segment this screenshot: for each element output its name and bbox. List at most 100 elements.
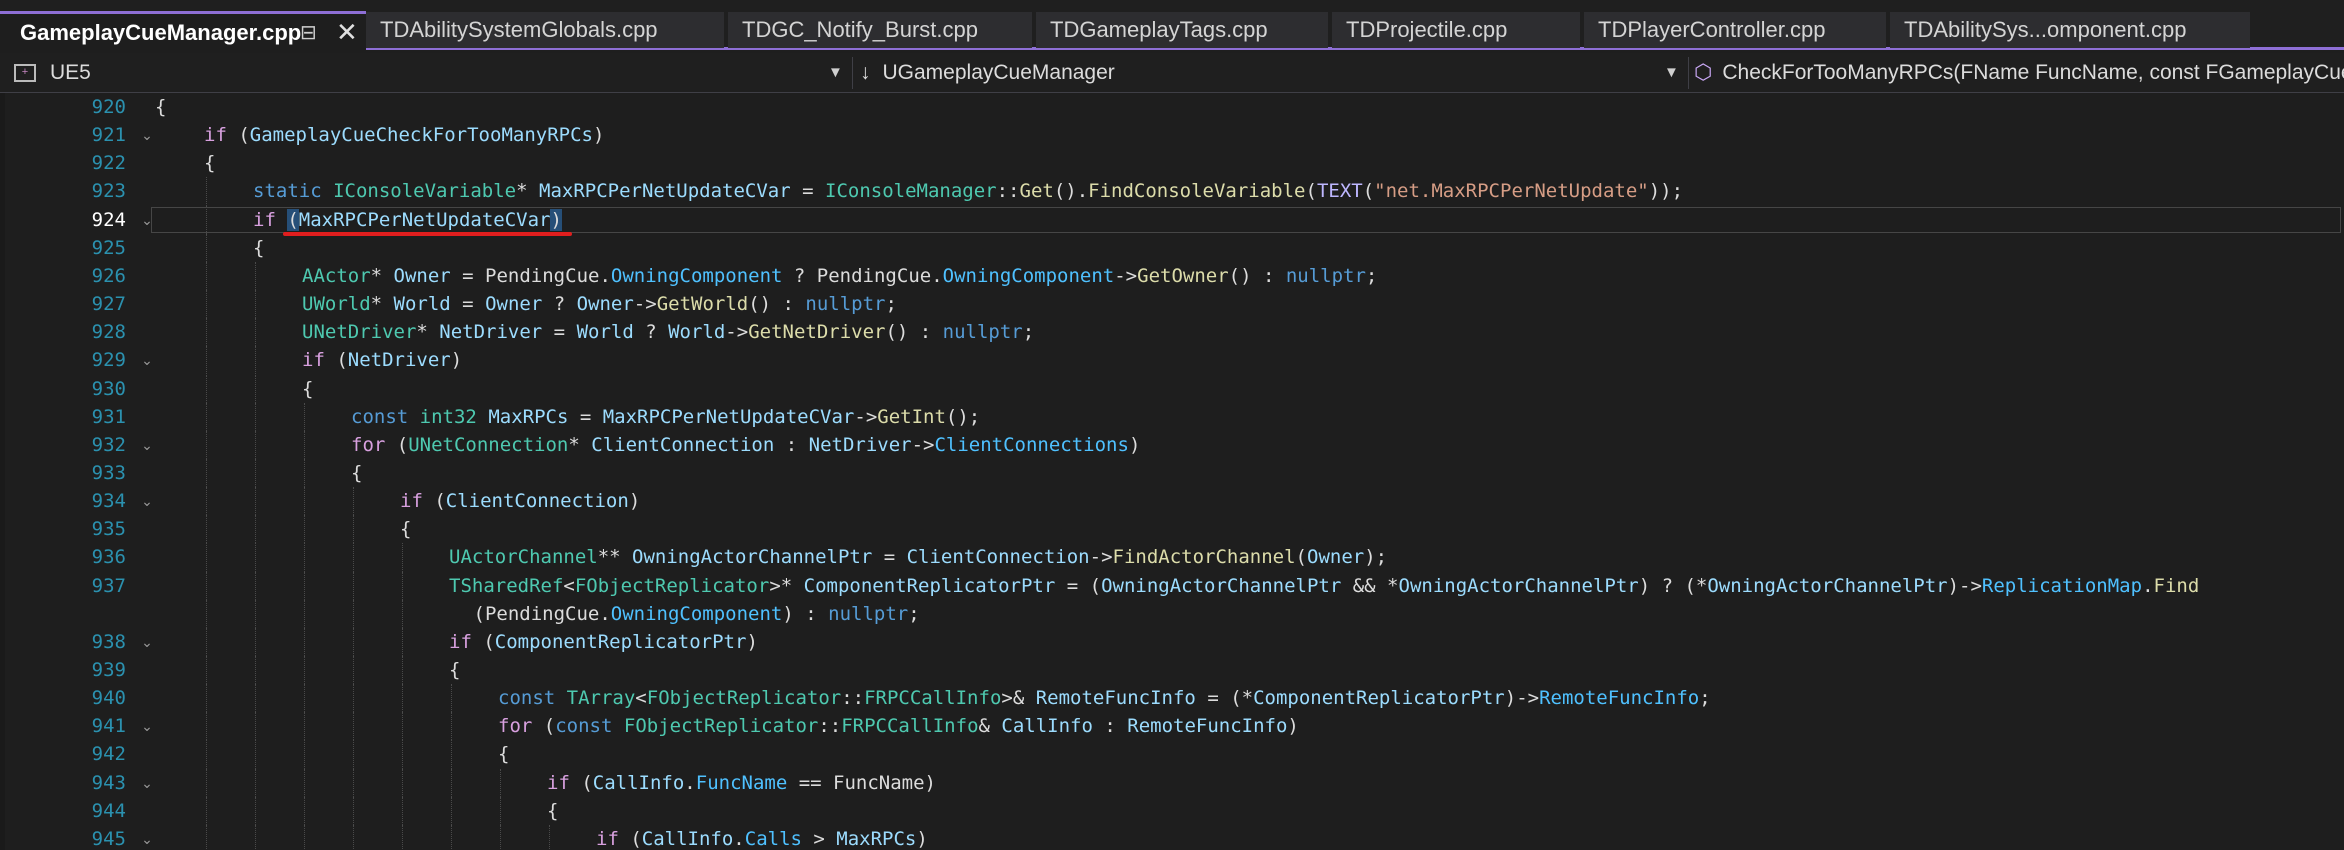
code-text[interactable]: if (ClientConnection) <box>400 487 640 515</box>
code-token: = <box>568 405 603 428</box>
project-icon: + <box>14 64 36 83</box>
code-token: FObjectReplicator <box>574 574 770 597</box>
code-token: -> <box>911 433 935 456</box>
fold-chevron-icon[interactable]: ⌄ <box>138 769 156 797</box>
code-token: TArray <box>566 687 636 710</box>
code-line: 927 UWorld* World = Owner ? Owner->GetWor… <box>0 290 2344 318</box>
code-text[interactable]: { <box>547 797 558 825</box>
pin-icon[interactable]: ⊟ <box>300 14 317 51</box>
code-text[interactable]: static IConsoleVariable* MaxRPCPerNetUpd… <box>253 177 1683 205</box>
code-text[interactable]: UWorld* World = Owner ? Owner->GetWorld(… <box>302 290 897 318</box>
code-token: ** <box>597 546 633 569</box>
code-text[interactable]: (PendingCue.OwningComponent) : nullptr; <box>474 600 920 628</box>
code-text[interactable]: if (MaxRPCPerNetUpdateCVar) <box>253 206 562 234</box>
code-text[interactable]: if (CallInfo.FuncName == FuncName) <box>547 769 936 797</box>
code-token: GetInt <box>877 405 946 428</box>
code-text[interactable]: TSharedRef<FObjectReplicator>* Component… <box>449 572 2199 600</box>
code-text[interactable]: AActor* Owner = PendingCue.OwningCompone… <box>302 262 1377 290</box>
code-text[interactable]: { <box>449 656 460 684</box>
fold-chevron-icon[interactable]: ⌄ <box>138 431 156 459</box>
code-token: ( <box>1295 546 1307 569</box>
code-token: )); <box>1648 180 1684 203</box>
code-token: ( <box>532 715 556 738</box>
code-text[interactable]: { <box>351 459 362 487</box>
code-line: 943 ⌄ if (CallInfo.FuncName == FuncName) <box>0 769 2344 797</box>
code-token: nullptr <box>942 321 1023 344</box>
code-token: NetDriver <box>808 433 912 456</box>
code-line: 928 UNetDriver* NetDriver = World ? World… <box>0 318 2344 346</box>
code-text[interactable]: for (UNetConnection* ClientConnection : … <box>351 431 1140 459</box>
close-icon[interactable]: ✕ <box>336 14 358 51</box>
code-text[interactable]: UNetDriver* NetDriver = World ? World->G… <box>302 318 1034 346</box>
code-text[interactable]: if (NetDriver) <box>302 346 462 374</box>
line-number: 923 <box>91 180 126 203</box>
code-token: if <box>253 208 276 231</box>
code-token: ) <box>628 490 641 513</box>
scope-dropdown[interactable]: ↓ UGameplayCueManager <box>860 53 1684 92</box>
fold-chevron-icon[interactable]: ⌄ <box>138 712 156 740</box>
code-text[interactable]: { <box>498 740 509 768</box>
tab-tdprojectile[interactable]: TDProjectile.cpp <box>1332 12 1580 48</box>
code-token: { <box>351 461 363 484</box>
code-text[interactable]: { <box>253 234 264 262</box>
code-token: { <box>400 518 412 541</box>
tab-gameplaycuemanager[interactable]: GameplayCueManager.cpp ⊟ ✕ <box>0 11 366 51</box>
code-token: ComponentReplicatorPtr <box>803 574 1056 597</box>
code-text[interactable]: { <box>400 515 411 543</box>
code-token: int32 <box>419 405 477 428</box>
code-token: = <box>542 321 577 344</box>
fold-chevron-icon[interactable]: ⌄ <box>138 487 156 515</box>
code-token: ) <box>550 208 562 231</box>
code-text[interactable]: { <box>204 149 215 177</box>
tab-tdabilitysystemglobals[interactable]: TDAbilitySystemGlobals.cpp <box>366 12 724 48</box>
fold-chevron-icon[interactable]: ⌄ <box>138 346 156 374</box>
chevron-down-icon[interactable]: ▼ <box>1664 53 1679 92</box>
code-token: ) <box>746 630 758 653</box>
code-token: == FuncName) <box>787 771 936 794</box>
code-text[interactable]: const TArray<FObjectReplicator::FRPCCall… <box>498 684 1711 712</box>
code-text[interactable]: { <box>302 375 313 403</box>
code-token: FindConsoleVariable <box>1088 180 1306 203</box>
tab-tdplayercontroller[interactable]: TDPlayerController.cpp <box>1584 12 1886 48</box>
project-label: UE5 <box>50 61 91 84</box>
code-text[interactable]: for (const FObjectReplicator::FRPCCallIn… <box>498 712 1299 740</box>
code-token: () : <box>748 293 806 316</box>
code-token: { <box>498 743 510 766</box>
code-line: 926 AActor* Owner = PendingCue.OwningComp… <box>0 262 2344 290</box>
code-text[interactable]: const int32 MaxRPCs = MaxRPCPerNetUpdate… <box>351 403 980 431</box>
code-token: { <box>204 152 216 175</box>
project-dropdown[interactable]: + UE5 <box>14 53 846 92</box>
line-number: 944 <box>91 799 126 822</box>
code-line: 934 ⌄ if (ClientConnection) <box>0 487 2344 515</box>
fold-chevron-icon[interactable]: ⌄ <box>138 121 156 149</box>
code-token: -> <box>1114 264 1138 287</box>
tab-label: TDGameplayTags.cpp <box>1050 17 1268 42</box>
code-text[interactable]: if (GameplayCueCheckForTooManyRPCs) <box>204 121 604 149</box>
line-number: 925 <box>91 236 126 259</box>
member-dropdown[interactable]: ⬡ CheckForTooManyRPCs(FName FuncName, con… <box>1694 53 2344 92</box>
code-text[interactable]: { <box>155 93 166 121</box>
code-line: 923 static IConsoleVariable* MaxRPCPerNet… <box>0 177 2344 205</box>
code-text[interactable]: if (CallInfo.Calls > MaxRPCs) <box>596 825 928 850</box>
code-token: OwningActorChannelPtr <box>1707 574 1948 597</box>
code-token: RemoteFuncInfo <box>1127 715 1288 738</box>
code-token: RemoteFuncInfo <box>1539 687 1700 710</box>
tab-tdgc-notify-burst[interactable]: TDGC_Notify_Burst.cpp <box>728 12 1032 48</box>
code-token: if <box>547 771 570 794</box>
chevron-down-icon[interactable]: ▼ <box>828 53 843 92</box>
code-editor[interactable]: 920{921 ⌄ if (GameplayCueCheckForTooManyRP… <box>0 93 2344 850</box>
code-text[interactable]: UActorChannel** OwningActorChannelPtr = … <box>449 543 1387 571</box>
fold-chevron-icon[interactable]: ⌄ <box>138 628 156 656</box>
code-line: 935 { <box>0 515 2344 543</box>
fold-chevron-icon[interactable]: ⌄ <box>138 206 156 234</box>
tab-tdabilitysystemcomponent[interactable]: TDAbilitySys...omponent.cpp <box>1890 12 2250 48</box>
code-token: -> <box>633 293 657 316</box>
code-token: * <box>516 180 540 203</box>
tab-tdgameplaytags[interactable]: TDGameplayTags.cpp <box>1036 12 1328 48</box>
code-token: ) <box>450 349 463 372</box>
fold-chevron-icon[interactable]: ⌄ <box>138 825 156 850</box>
line-number: 929 <box>91 349 126 372</box>
code-token: ) : <box>782 602 829 625</box>
code-text[interactable]: if (ComponentReplicatorPtr) <box>449 628 758 656</box>
